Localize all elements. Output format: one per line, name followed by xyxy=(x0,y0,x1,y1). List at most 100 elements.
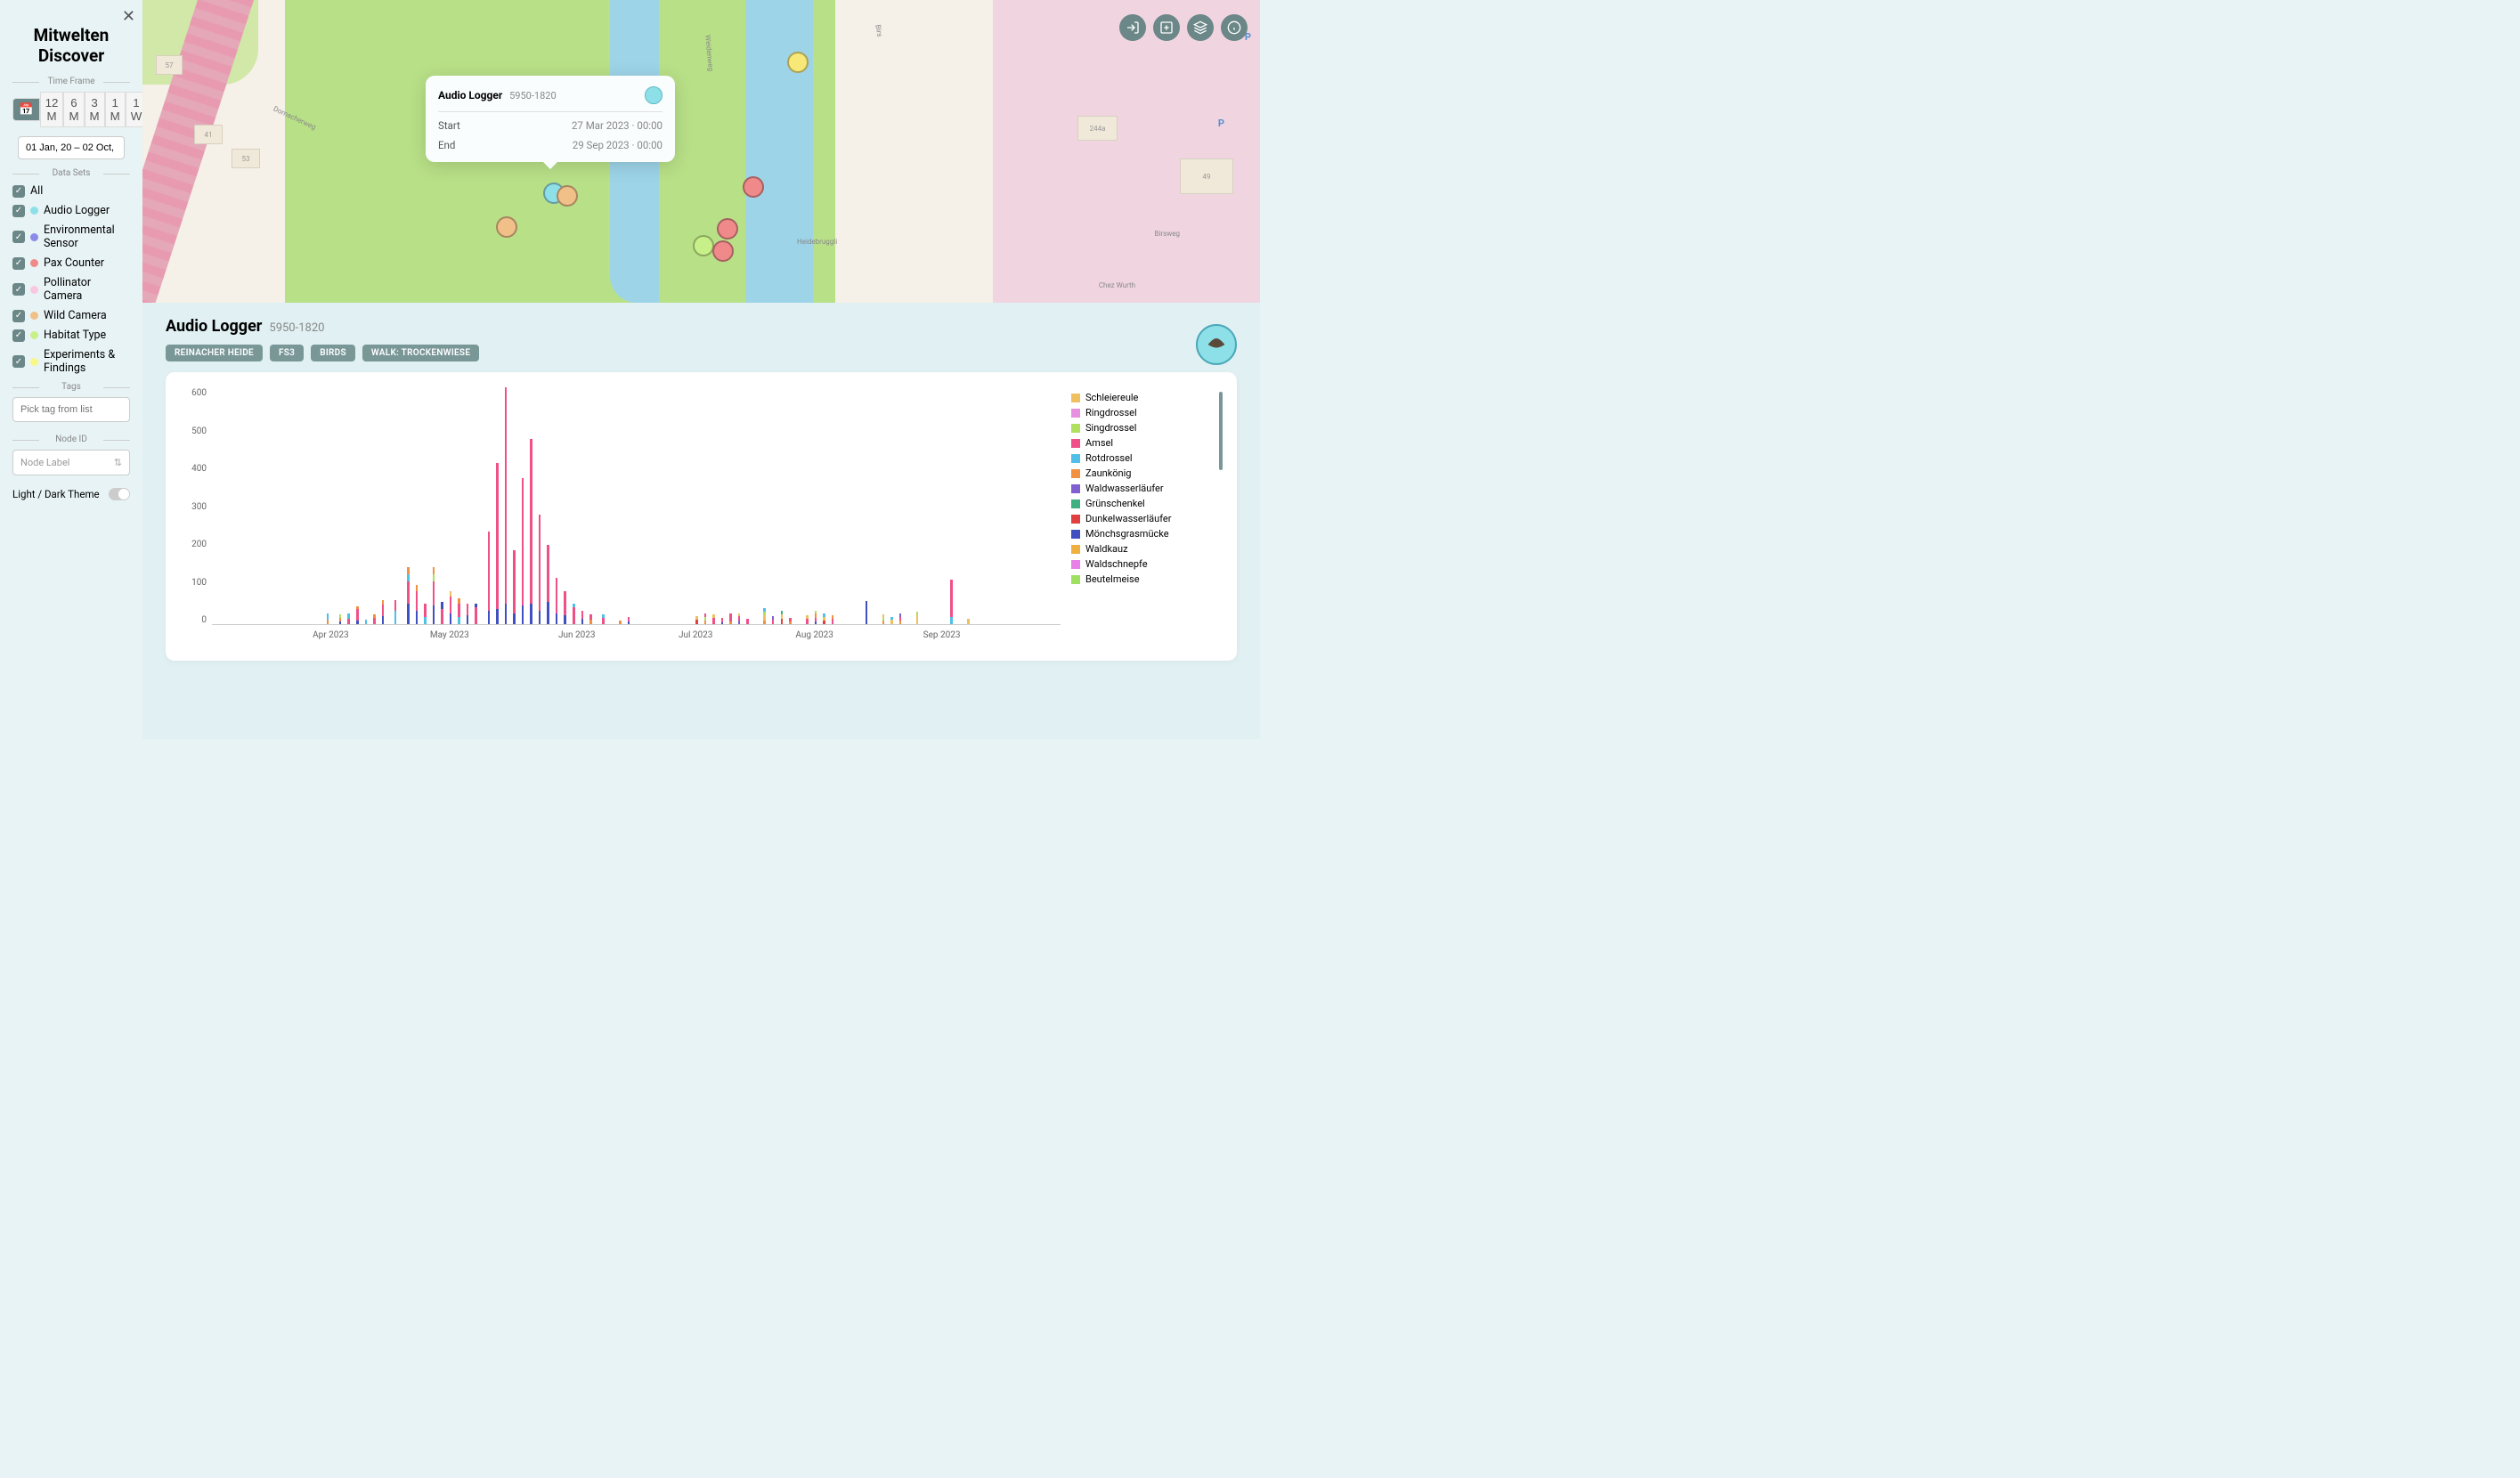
legend-item[interactable]: Mönchsgrasmücke xyxy=(1071,528,1223,540)
legend-scrollbar[interactable] xyxy=(1219,392,1223,470)
chart-bar[interactable] xyxy=(712,614,715,624)
login-icon[interactable] xyxy=(1119,14,1146,41)
checkbox-icon[interactable]: ✓ xyxy=(12,257,25,270)
checkbox-icon[interactable]: ✓ xyxy=(12,185,25,198)
chart-bar[interactable] xyxy=(416,585,419,624)
dataset-item[interactable]: ✓Pollinator Camera xyxy=(12,276,130,303)
map-marker-habitat[interactable] xyxy=(693,235,714,256)
legend-item[interactable]: Waldwasserläufer xyxy=(1071,483,1223,494)
legend-item[interactable]: Beutelmeise xyxy=(1071,573,1223,585)
chart-bar[interactable] xyxy=(556,578,558,624)
chart-bar[interactable] xyxy=(513,550,516,624)
chart-bar[interactable] xyxy=(539,515,541,624)
legend-item[interactable]: Waldkauz xyxy=(1071,543,1223,555)
chart-bar[interactable] xyxy=(488,532,491,624)
dataset-item[interactable]: ✓Environmental Sensor xyxy=(12,223,130,250)
chart-bar[interactable] xyxy=(547,545,549,624)
chart-bar[interactable] xyxy=(382,600,385,624)
date-range-input[interactable] xyxy=(18,136,125,159)
dataset-item[interactable]: ✓Wild Camera xyxy=(12,309,130,322)
tag-chip[interactable]: FS3 xyxy=(270,345,304,361)
chart-plot[interactable]: 6005004003002001000 Apr 2023May 2023Jun … xyxy=(180,385,1064,652)
legend-item[interactable]: Schleiereule xyxy=(1071,392,1223,403)
chart-bar[interactable] xyxy=(573,604,575,624)
chart-bar[interactable] xyxy=(424,604,427,624)
chart-bar[interactable] xyxy=(789,618,792,624)
chart-bar[interactable] xyxy=(602,614,605,624)
chart-bar[interactable] xyxy=(899,613,902,624)
chart-bar[interactable] xyxy=(564,591,566,624)
timeframe-12m[interactable]: 12 M xyxy=(40,92,64,127)
map-marker-pax[interactable] xyxy=(712,240,734,262)
chart-bar[interactable] xyxy=(619,621,622,624)
legend-item[interactable]: Grünschenkel xyxy=(1071,498,1223,509)
legend-item[interactable]: Rotdrossel xyxy=(1071,452,1223,464)
tags-input[interactable] xyxy=(12,397,130,422)
chart-bar[interactable] xyxy=(890,617,893,624)
timeframe-3m[interactable]: 3 M xyxy=(85,92,105,127)
chart-bar[interactable] xyxy=(373,614,376,624)
chart-bar[interactable] xyxy=(721,618,724,624)
chart-bar[interactable] xyxy=(356,606,359,624)
checkbox-icon[interactable]: ✓ xyxy=(12,205,25,217)
timeframe-1m[interactable]: 1 M xyxy=(105,92,126,127)
chart-bar[interactable] xyxy=(823,613,825,624)
timeframe-1w[interactable]: 1 W xyxy=(126,92,142,127)
chart-bar[interactable] xyxy=(394,600,397,624)
chart-bar[interactable] xyxy=(365,620,368,624)
chart-bar[interactable] xyxy=(433,567,435,624)
chart-bar[interactable] xyxy=(327,613,329,624)
checkbox-icon[interactable]: ✓ xyxy=(12,329,25,342)
map-area[interactable]: 57 41 53 244a 49 Dornacherweg Weidenweg … xyxy=(142,0,1260,303)
chart-bar[interactable] xyxy=(866,601,868,624)
checkbox-icon[interactable]: ✓ xyxy=(12,355,25,368)
info-icon[interactable] xyxy=(1221,14,1248,41)
legend-item[interactable]: Zaunkönig xyxy=(1071,467,1223,479)
add-note-icon[interactable] xyxy=(1153,14,1180,41)
chart-bar[interactable] xyxy=(407,567,410,624)
tag-chip[interactable]: REINACHER HEIDE xyxy=(166,345,263,361)
map-marker-pax[interactable] xyxy=(743,176,764,198)
chart-bar[interactable] xyxy=(522,478,524,624)
chart-bar[interactable] xyxy=(496,463,499,624)
map-marker-screen[interactable] xyxy=(787,52,809,73)
legend-item[interactable]: Amsel xyxy=(1071,437,1223,449)
dataset-item[interactable]: ✓Experiments & Findings xyxy=(12,348,130,375)
chart-bar[interactable] xyxy=(581,611,584,624)
chart-bar[interactable] xyxy=(467,604,469,624)
chart-bar[interactable] xyxy=(882,614,885,624)
map-marker-wild[interactable] xyxy=(496,216,517,238)
checkbox-icon[interactable]: ✓ xyxy=(12,283,25,296)
chart-bar[interactable] xyxy=(815,611,817,624)
chart-bar[interactable] xyxy=(475,604,477,624)
checkbox-icon[interactable]: ✓ xyxy=(12,231,25,243)
chart-bar[interactable] xyxy=(738,613,741,624)
chart-bar[interactable] xyxy=(704,613,707,624)
chart-bar[interactable] xyxy=(832,615,834,624)
dataset-item[interactable]: ✓Audio Logger xyxy=(12,204,130,217)
dataset-item[interactable]: ✓All xyxy=(12,184,130,198)
legend-item[interactable]: Waldschnepfe xyxy=(1071,558,1223,570)
close-icon[interactable]: ✕ xyxy=(122,7,135,26)
chart-bar[interactable] xyxy=(589,614,592,624)
chart-bar[interactable] xyxy=(628,617,630,624)
legend-item[interactable]: Singdrossel xyxy=(1071,422,1223,434)
timeframe-6m[interactable]: 6 M xyxy=(63,92,84,127)
theme-toggle[interactable] xyxy=(109,488,130,500)
chart-bar[interactable] xyxy=(772,616,775,624)
chart-bar[interactable] xyxy=(530,439,532,624)
map-marker-pax[interactable] xyxy=(717,218,738,240)
chart-bar[interactable] xyxy=(781,611,784,624)
chart-bar[interactable] xyxy=(729,613,732,624)
chart-bar[interactable] xyxy=(746,619,749,624)
chart-bar[interactable] xyxy=(347,613,350,624)
chart-bar[interactable] xyxy=(763,608,766,624)
chart-bar[interactable] xyxy=(806,615,809,624)
chart-bar[interactable] xyxy=(450,591,452,624)
checkbox-icon[interactable]: ✓ xyxy=(12,310,25,322)
chart-legend[interactable]: SchleiereuleRingdrosselSingdrosselAmselR… xyxy=(1071,385,1223,616)
node-label-select[interactable]: Node Label ⇅ xyxy=(12,450,130,475)
map-marker-wild[interactable] xyxy=(557,185,578,207)
layers-icon[interactable] xyxy=(1187,14,1214,41)
chart-bar[interactable] xyxy=(950,580,953,624)
